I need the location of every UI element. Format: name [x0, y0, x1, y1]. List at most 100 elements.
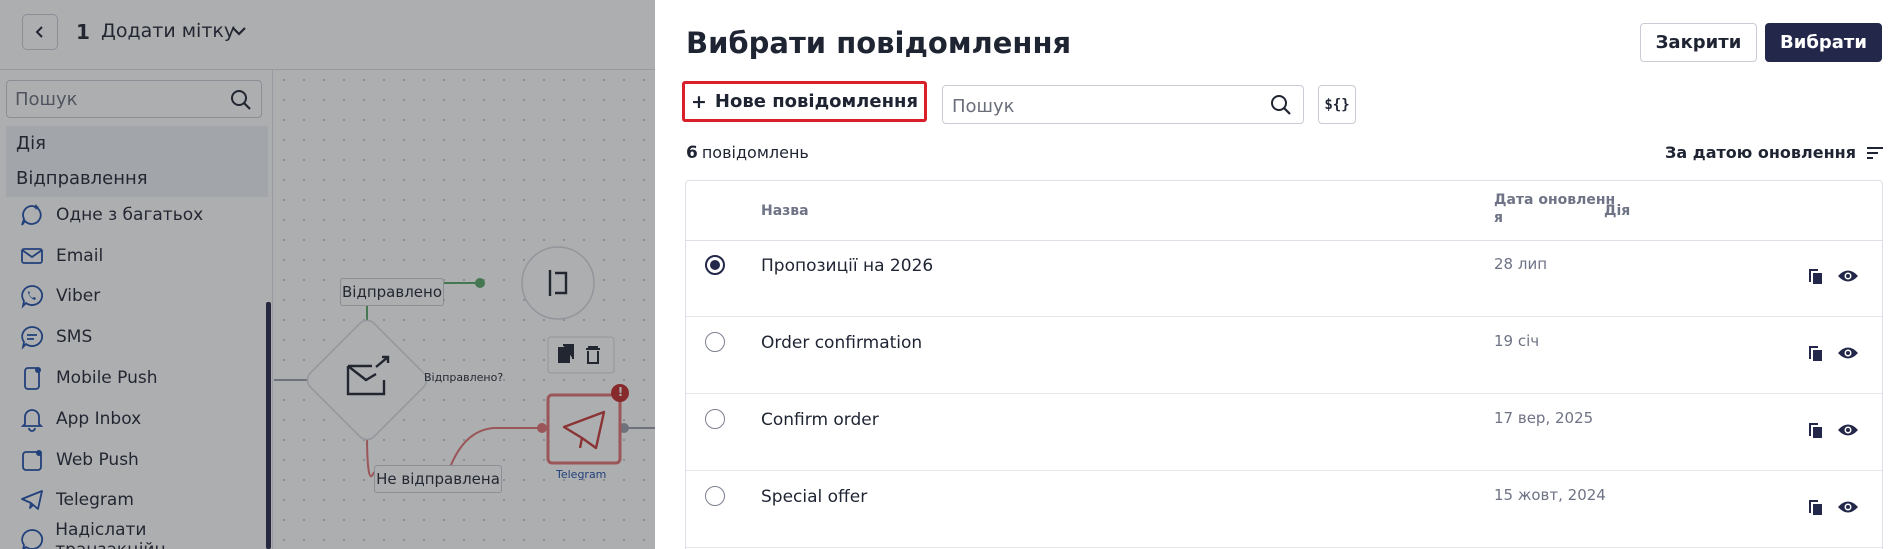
message-count-number: 6: [686, 143, 698, 163]
palette-item-viber[interactable]: Viber: [18, 281, 100, 311]
column-header-date[interactable]: Дата оновленн я: [1494, 191, 1615, 227]
row-date: 28 лип: [1494, 255, 1547, 273]
row-date: 15 жовт, 2024: [1494, 486, 1606, 504]
message-search[interactable]: [942, 85, 1304, 124]
column-header-date-line1: Дата оновленн: [1494, 192, 1616, 208]
message-count-text: повідомлень: [701, 143, 809, 162]
palette-item-email[interactable]: Email: [18, 241, 103, 271]
column-header-name[interactable]: Назва: [761, 202, 809, 220]
node-toolbar: [547, 336, 615, 374]
back-button[interactable]: [22, 14, 58, 50]
node-palette-sidebar: Дія Відправлення Одне з багатьох Email V…: [0, 70, 273, 549]
palette-item-label: Viber: [56, 286, 101, 306]
not-sent-label: Не відправлена: [374, 465, 502, 493]
not-sent-connector: [448, 427, 542, 471]
palette-item-telegram[interactable]: Telegram: [18, 485, 134, 515]
messages-table: Назва Дата оновленн я Дія Пропозиції на …: [685, 180, 1883, 549]
row-date: 17 вер, 2025: [1494, 409, 1594, 427]
row-name: Special offer: [761, 487, 868, 507]
transaction-chat-icon: [18, 526, 45, 549]
palette-item-label: Email: [56, 246, 104, 266]
connector-dot: [475, 278, 485, 288]
palette-item-label: SMS: [56, 327, 93, 347]
table-header: Назва Дата оновленн я Дія: [686, 181, 1882, 241]
sms-chat-icon: [18, 323, 46, 351]
palette-item-label: Telegram: [56, 490, 134, 510]
web-push-icon: [18, 446, 46, 474]
eye-icon[interactable]: [1837, 422, 1859, 438]
workflow-canvas[interactable]: Відправлено Відправлено? Не відправлена …: [274, 70, 655, 549]
variable-button[interactable]: ${}: [1318, 85, 1356, 124]
envelope-icon: [18, 242, 46, 270]
row-name: Пропозиції на 2026: [761, 256, 934, 276]
mobile-push-icon: [18, 364, 46, 392]
sparkle-chat-icon: [18, 201, 46, 229]
palette-item-label: Надіслати транзакційн...: [55, 520, 182, 549]
table-row[interactable]: Confirm order 17 вер, 2025: [686, 395, 1882, 471]
row-radio[interactable]: [705, 409, 725, 429]
palette-search-input[interactable]: [15, 87, 215, 111]
workflow-editor: 1 Додати мітку Дія Відправлення Одне з б…: [0, 0, 655, 549]
editor-topbar: 1 Додати мітку: [0, 0, 655, 70]
column-header-action: Дія: [1604, 203, 1631, 219]
eye-icon[interactable]: [1837, 499, 1859, 515]
row-radio[interactable]: [705, 255, 725, 275]
message-count: 6 повідомлень: [686, 143, 809, 163]
message-search-input[interactable]: [952, 94, 1252, 118]
sent-question-label: Відправлено?: [424, 371, 504, 384]
palette-item-label: Одне з багатьох: [56, 205, 204, 225]
bell-icon: [18, 405, 46, 433]
viber-icon: [18, 282, 46, 310]
panel-title: Вибрати повідомлення: [686, 26, 1072, 60]
new-message-button[interactable]: + Нове повідомлення: [682, 81, 927, 122]
copy-icon[interactable]: [1805, 420, 1825, 440]
warning-badge-text: !: [617, 385, 624, 399]
row-radio[interactable]: [705, 332, 725, 352]
sort-dropdown[interactable]: За датою оновлення: [1665, 143, 1884, 162]
search-icon[interactable]: [229, 88, 253, 112]
search-icon[interactable]: [1269, 93, 1293, 117]
plus-icon: +: [690, 90, 707, 113]
row-radio[interactable]: [705, 486, 725, 506]
row-name: Confirm order: [761, 410, 879, 430]
table-row[interactable]: Special offer 15 жовт, 2024: [686, 472, 1882, 548]
copy-icon[interactable]: [1805, 343, 1825, 363]
sort-label: За датою оновлення: [1665, 143, 1856, 162]
palette-item-label: Web Push: [56, 450, 139, 470]
palette-item-sms[interactable]: SMS: [18, 322, 92, 352]
palette-item-label: App Inbox: [56, 409, 142, 429]
chevron-down-icon[interactable]: [230, 22, 248, 40]
telegram-node-label: Telegram: [556, 468, 607, 481]
table-row[interactable]: Order confirmation 19 січ: [686, 318, 1882, 394]
palette-group-sending[interactable]: Відправлення: [6, 161, 268, 197]
palette-item-transactional[interactable]: Надіслати транзакційн...: [18, 520, 272, 549]
column-header-date-line2: я: [1494, 210, 1503, 226]
palette-item-web-push[interactable]: Web Push: [18, 445, 139, 475]
sort-icon: [1867, 146, 1883, 159]
table-row[interactable]: Пропозиції на 2026 28 лип: [686, 241, 1882, 317]
palette-item-one-of-many[interactable]: Одне з багатьох: [18, 200, 203, 230]
telegram-icon: [18, 486, 46, 514]
palette-group-action[interactable]: Дія: [6, 126, 268, 162]
close-button[interactable]: Закрити: [1640, 23, 1757, 62]
eye-icon[interactable]: [1837, 268, 1859, 284]
step-title[interactable]: Додати мітку: [101, 20, 235, 42]
connector-dot: [537, 423, 547, 433]
row-date: 19 січ: [1494, 332, 1540, 350]
select-button[interactable]: Вибрати: [1765, 23, 1882, 62]
exit-node: [521, 246, 595, 320]
select-message-panel: Вибрати повідомлення Закрити Вибрати + Н…: [655, 0, 1904, 549]
copy-icon[interactable]: [1805, 266, 1825, 286]
telegram-node: [546, 393, 622, 465]
sidebar-scrollbar[interactable]: [266, 302, 271, 549]
palette-search[interactable]: [6, 80, 262, 118]
copy-icon[interactable]: [1805, 497, 1825, 517]
step-number: 1: [76, 20, 90, 44]
palette-item-app-inbox[interactable]: App Inbox: [18, 404, 141, 434]
palette-item-label: Mobile Push: [56, 368, 158, 388]
chevron-left-icon: [35, 26, 43, 38]
new-message-label: Нове повідомлення: [714, 91, 919, 112]
sent-label: Відправлено: [340, 278, 444, 306]
eye-icon[interactable]: [1837, 345, 1859, 361]
palette-item-mobile-push[interactable]: Mobile Push: [18, 363, 158, 393]
